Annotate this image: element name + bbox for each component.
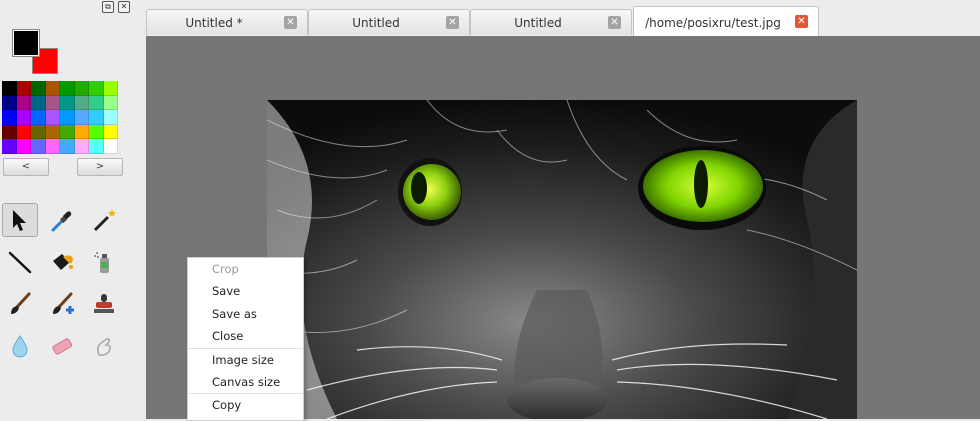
palette-next-button[interactable]: > [77,158,123,176]
close-icon[interactable]: ✕ [446,16,459,29]
palette-swatch[interactable] [103,95,118,110]
palette-swatch[interactable] [31,110,46,125]
menu-item-save-as[interactable]: Save as [188,303,303,325]
palette-swatch[interactable] [45,95,60,110]
fill-tool[interactable] [44,245,80,279]
image-canvas[interactable] [267,100,857,419]
palette-swatch[interactable] [74,124,89,139]
spray-tool[interactable] [86,245,122,279]
palette-swatch[interactable] [60,110,75,125]
blur-tool[interactable] [2,329,38,363]
close-icon[interactable]: ✕ [118,1,130,13]
palette-swatch[interactable] [74,139,89,154]
palette-swatch[interactable] [74,95,89,110]
tab-test-jpg[interactable]: /home/posixru/test.jpg ✕ [633,6,819,36]
foreground-color-swatch[interactable] [12,29,40,57]
color-palette [2,81,118,154]
palette-swatch[interactable] [31,124,46,139]
palette-swatch[interactable] [103,81,118,96]
tab-untitled-modified[interactable]: Untitled * ✕ [146,9,308,35]
smudge-tool[interactable] [86,329,122,363]
close-icon[interactable]: ✕ [284,16,297,29]
water-drop-icon [12,335,28,358]
palette-swatch[interactable] [16,81,31,96]
toolbox-panel: ⧉ ✕ < > [0,0,147,419]
paint-bucket-icon [53,254,73,270]
palette-swatch[interactable] [89,110,104,125]
close-icon[interactable]: ✕ [795,15,808,28]
palette-swatch[interactable] [60,139,75,154]
palette-swatch[interactable] [16,124,31,139]
float-icon[interactable]: ⧉ [102,1,114,13]
palette-swatch[interactable] [60,81,75,96]
tab-label: Untitled [352,16,400,30]
palette-prev-button[interactable]: < [3,158,49,176]
palette-swatch[interactable] [89,81,104,96]
close-icon[interactable]: ✕ [608,16,621,29]
palette-swatch[interactable] [2,124,17,139]
eraser-tool[interactable] [44,329,80,363]
brush-tool[interactable] [2,287,38,321]
menu-item-crop[interactable]: Crop [188,258,303,280]
menu-item-copy[interactable]: Copy [188,393,303,416]
palette-swatch[interactable] [74,81,89,96]
palette-swatch[interactable] [89,124,104,139]
palette-swatch[interactable] [31,81,46,96]
arrow-pointer-icon [13,210,26,231]
palette-swatch[interactable] [2,110,17,125]
palette-swatch[interactable] [45,110,60,125]
line-icon [8,251,32,274]
palette-swatch[interactable] [60,95,75,110]
magic-wand-tool[interactable] [86,203,122,237]
palette-swatch[interactable] [103,139,118,154]
tab-untitled-2[interactable]: Untitled ✕ [308,9,470,35]
palette-swatch[interactable] [16,95,31,110]
magic-wand-icon [93,209,116,232]
palette-swatch[interactable] [89,139,104,154]
brush-icon [11,292,31,314]
stamp-tool[interactable] [86,287,122,321]
finger-icon [97,338,111,356]
clone-brush-tool[interactable] [44,287,80,321]
palette-swatch[interactable] [103,124,118,139]
tab-untitled-3[interactable]: Untitled ✕ [470,9,632,35]
brush-plus-icon [53,292,74,314]
palette-swatch[interactable] [31,139,46,154]
menu-item-image-size[interactable]: Image size [188,347,303,371]
tab-label: /home/posixru/test.jpg [645,16,781,30]
palette-swatch[interactable] [2,139,17,154]
menu-item-canvas-size[interactable]: Canvas size [188,371,303,393]
palette-swatch[interactable] [103,110,118,125]
color-picker-tool[interactable] [44,203,80,237]
palette-swatch[interactable] [16,139,31,154]
menu-item-close[interactable]: Close [188,325,303,347]
tab-label: Untitled [514,16,562,30]
spray-can-icon [94,252,109,273]
eraser-icon [52,338,73,355]
tab-label: Untitled * [185,16,243,30]
palette-swatch[interactable] [89,95,104,110]
palette-swatch[interactable] [45,81,60,96]
select-tool[interactable] [2,203,38,237]
line-tool[interactable] [2,245,38,279]
tool-grid [2,203,124,371]
palette-swatch[interactable] [31,95,46,110]
stamp-icon [94,294,114,313]
menu-item-save[interactable]: Save [188,280,303,302]
palette-swatch[interactable] [2,81,17,96]
palette-swatch[interactable] [45,124,60,139]
cat-photo [267,100,857,419]
eyedropper-icon [51,211,72,232]
palette-swatch[interactable] [2,95,17,110]
document-tab-bar: Untitled * ✕ Untitled ✕ Untitled ✕ /home… [146,0,980,36]
context-menu: Crop Save Save as Close Image size Canva… [187,257,304,421]
palette-swatch[interactable] [45,139,60,154]
palette-swatch[interactable] [74,110,89,125]
palette-swatch[interactable] [60,124,75,139]
palette-swatch[interactable] [16,110,31,125]
